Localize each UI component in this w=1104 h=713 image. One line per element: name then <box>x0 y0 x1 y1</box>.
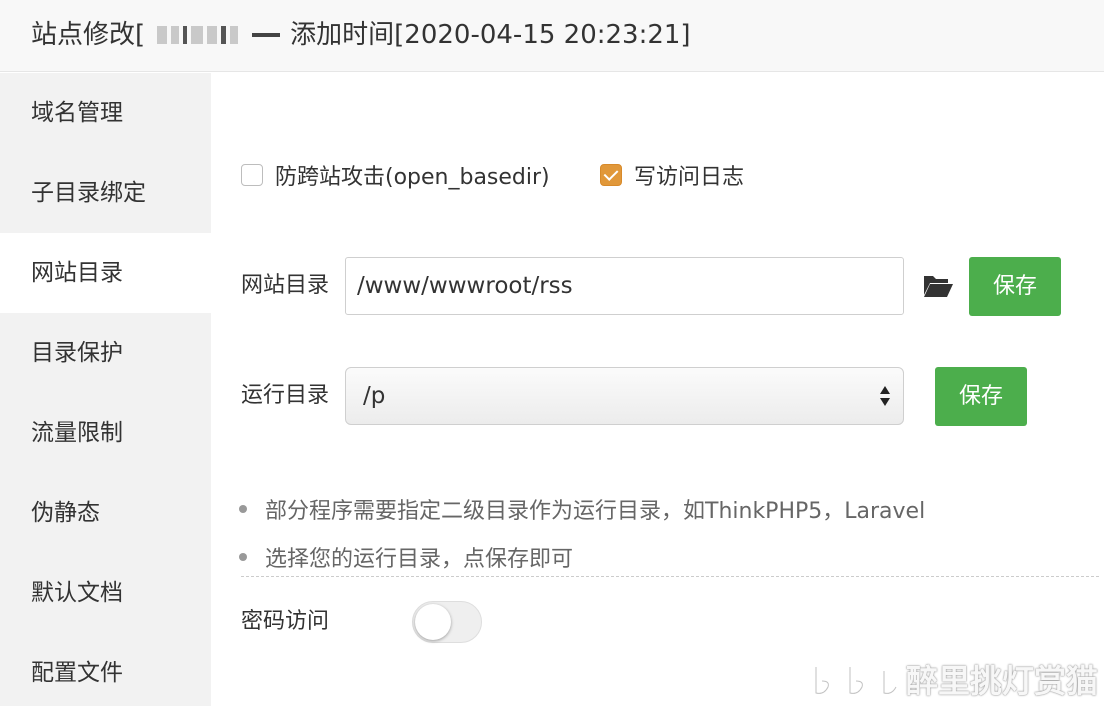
title-suffix: 添加时间[2020-04-15 20:23:21] <box>290 20 691 50</box>
bullet-dot-icon <box>239 553 247 561</box>
tip-item: 选择您的运行目录，点保存即可 <box>239 533 925 581</box>
sidebar-item-site-dir[interactable]: 网站目录 <box>0 233 211 313</box>
sidebar-item-default-doc[interactable]: 默认文档 <box>0 553 211 633</box>
tip-text: 部分程序需要指定二级目录作为运行目录，如ThinkPHP5，Laravel <box>265 499 926 524</box>
run-dir-select[interactable]: /p <box>345 367 904 425</box>
title-dash <box>252 33 281 37</box>
sidebar-item-dir-protect[interactable]: 目录保护 <box>0 313 211 393</box>
watermark-text: 醉里挑灯赏猫 <box>905 662 1098 700</box>
dashed-divider <box>241 576 1099 577</box>
redacted-site-name <box>157 22 239 48</box>
access-log-label: 写访问日志 <box>634 165 745 190</box>
tip-text: 选择您的运行目录，点保存即可 <box>265 547 574 572</box>
sidebar-item-rewrite[interactable]: 伪静态 <box>0 473 211 553</box>
password-access-toggle[interactable] <box>412 601 482 643</box>
run-dir-selected-value: /p <box>363 383 386 409</box>
site-dir-label: 网站目录 <box>241 273 330 298</box>
open-basedir-checkbox[interactable]: 防跨站攻击(open_basedir) <box>241 159 550 191</box>
bullet-dot-icon <box>239 505 247 513</box>
title-prefix: 站点修改[ <box>31 20 146 50</box>
bilibili-logo <box>814 665 898 695</box>
sidebar-item-domain[interactable]: 域名管理 <box>0 73 211 153</box>
password-access-label: 密码访问 <box>241 609 330 634</box>
run-dir-label: 运行目录 <box>241 383 330 408</box>
sidebar-item-subdir-binding[interactable]: 子目录绑定 <box>0 153 211 233</box>
site-dir-input[interactable]: /www/wwwroot/rss <box>345 257 904 315</box>
open-basedir-label: 防跨站攻击(open_basedir) <box>275 165 550 190</box>
checkbox-box-checked[interactable] <box>600 164 622 186</box>
run-dir-save-button[interactable]: 保存 <box>935 367 1027 426</box>
site-dir-save-button[interactable]: 保存 <box>969 257 1061 316</box>
tips-list: 部分程序需要指定二级目录作为运行目录，如ThinkPHP5，Laravel 选择… <box>239 485 925 581</box>
sidebar-item-traffic-limit[interactable]: 流量限制 <box>0 393 211 473</box>
sidebar: 域名管理 子目录绑定 网站目录 目录保护 流量限制 伪静态 默认文档 配置文件 <box>0 73 211 706</box>
checkbox-box[interactable] <box>241 164 263 186</box>
toggle-knob <box>415 604 451 640</box>
access-log-checkbox[interactable]: 写访问日志 <box>600 159 744 191</box>
dialog-titlebar: 站点修改[ 添加时间[2020-04-15 20:23:21] <box>0 0 1104 72</box>
folder-open-icon[interactable] <box>922 271 954 299</box>
sidebar-item-config-file[interactable]: 配置文件 <box>0 633 211 713</box>
main-panel: 防跨站攻击(open_basedir) 写访问日志 网站目录 /www/wwwr… <box>211 73 1104 706</box>
dialog-title: 站点修改[ 添加时间[2020-04-15 20:23:21] <box>31 15 691 55</box>
tip-item: 部分程序需要指定二级目录作为运行目录，如ThinkPHP5，Laravel <box>239 485 925 533</box>
bilibili-watermark: 醉里挑灯赏猫 <box>810 656 1098 702</box>
select-arrows-icon <box>880 386 890 406</box>
